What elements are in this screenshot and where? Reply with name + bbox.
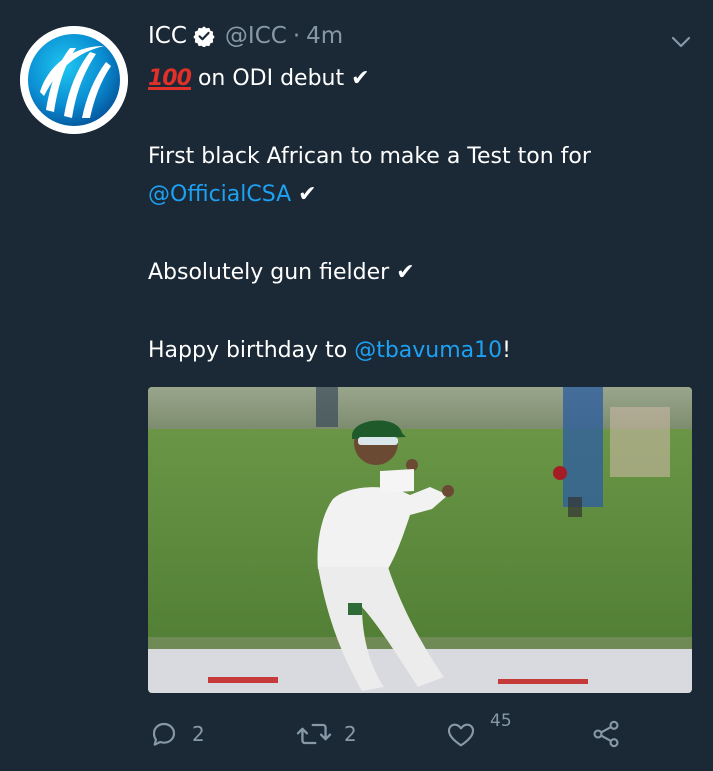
hundred-points-emoji: 100	[148, 66, 192, 91]
mention-tbavuma10[interactable]: @tbavuma10	[354, 338, 502, 363]
share-button[interactable]	[590, 712, 622, 756]
tweet-card[interactable]: ICC @ICC · 4m 100 on ODI debut ✔ First b…	[0, 0, 713, 771]
tweet-header: ICC @ICC · 4m	[148, 20, 343, 52]
cricket-fielder-photo	[148, 387, 692, 693]
like-button[interactable]: 45	[444, 711, 512, 756]
retweet-count: 2	[344, 722, 357, 746]
check-mark-emoji: ✔	[396, 260, 415, 285]
tweet-timestamp[interactable]: 4m	[306, 23, 343, 49]
check-mark-emoji: ✔	[351, 66, 370, 91]
line-5-text: Happy birthday to	[148, 338, 348, 363]
retweet-button[interactable]: 2	[296, 712, 357, 756]
line-5-tail: !	[502, 338, 511, 363]
mention-officialcsa[interactable]: @OfficialCSA	[148, 182, 291, 207]
tweet-line-4: Absolutely gun fielder ✔	[148, 254, 693, 292]
tweet-line-3: @OfficialCSA ✔	[148, 176, 693, 214]
line-2-text: First black African to make a Test ton f…	[148, 144, 591, 169]
avatar[interactable]	[20, 26, 128, 134]
author-name[interactable]: ICC	[148, 23, 187, 49]
retweet-icon	[296, 723, 332, 745]
tweet-line-2: First black African to make a Test ton f…	[148, 138, 693, 176]
line-4-text: Absolutely gun fielder	[148, 260, 390, 285]
reply-count: 2	[192, 722, 205, 746]
check-mark-emoji: ✔	[298, 182, 317, 207]
author-handle[interactable]: @ICC	[225, 23, 287, 49]
reply-icon	[152, 722, 176, 746]
chevron-down-icon[interactable]	[669, 30, 693, 54]
tweet-photo[interactable]	[148, 387, 692, 693]
tweet-line-5: Happy birthday to @tbavuma10!	[148, 332, 693, 370]
share-icon	[593, 720, 619, 748]
icc-logo-icon	[20, 26, 128, 134]
line-1-text: on ODI debut	[197, 66, 345, 91]
tweet-text: 100 on ODI debut ✔ First black African t…	[148, 60, 693, 370]
verified-badge-icon	[193, 25, 215, 47]
header-separator: ·	[292, 23, 301, 49]
tweet-line-1: 100 on ODI debut ✔	[148, 60, 693, 98]
reply-button[interactable]: 2	[148, 712, 205, 756]
like-count: 45	[490, 711, 512, 731]
heart-icon	[447, 723, 475, 747]
tweet-actions: 2 2 45	[148, 711, 693, 756]
